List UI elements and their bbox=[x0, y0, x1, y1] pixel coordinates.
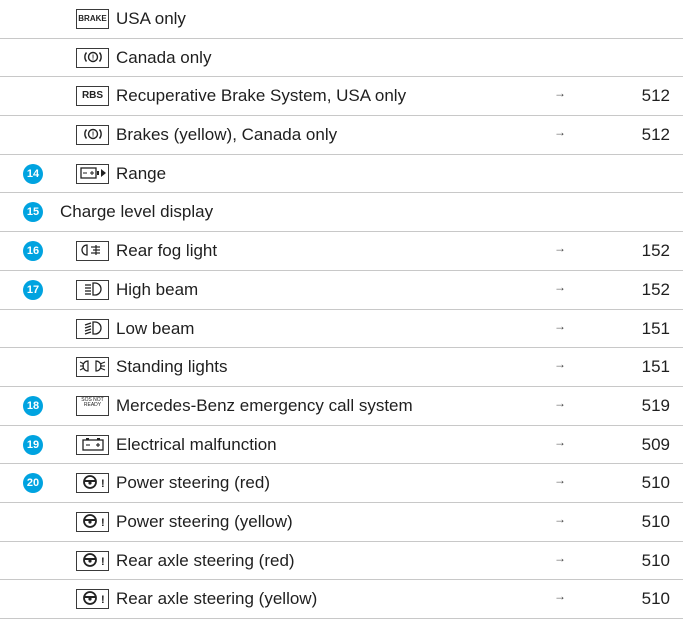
table-row: Standing lights → 151 bbox=[0, 348, 683, 387]
table-row: 16 Rear fog light → 152 bbox=[0, 232, 683, 271]
row-label: USA only bbox=[116, 9, 186, 28]
item-number-badge: 16 bbox=[23, 241, 43, 262]
standing-lights-icon bbox=[76, 357, 109, 378]
reference-arrow: → bbox=[554, 318, 566, 333]
svg-text:!: ! bbox=[101, 594, 105, 606]
item-number-badge: 19 bbox=[23, 434, 43, 455]
row-label: Rear fog light bbox=[116, 241, 218, 261]
table-row: ! Rear axle steering (yellow) → 510 bbox=[0, 580, 683, 619]
reference-arrow: → bbox=[554, 241, 566, 256]
brake-circle-icon: ! bbox=[76, 47, 109, 68]
row-label: Power steering (red) bbox=[116, 473, 271, 493]
table-row: ! Canada only bbox=[0, 39, 683, 78]
svg-text:!: ! bbox=[91, 132, 93, 139]
reference-arrow: → bbox=[554, 125, 566, 140]
row-label: Rear axle steering (red) bbox=[116, 550, 295, 570]
sos-not-ready-icon: SOS NOT READY bbox=[76, 395, 109, 416]
page-reference: 510 bbox=[641, 550, 670, 570]
row-label: Mercedes-Benz emergency call system bbox=[116, 395, 413, 415]
item-number-badge: 17 bbox=[23, 279, 43, 300]
steering-warning-icon: ! bbox=[76, 473, 109, 494]
svg-text:!: ! bbox=[91, 54, 93, 61]
steering-warning-icon: ! bbox=[76, 511, 109, 532]
reference-arrow: → bbox=[554, 550, 566, 565]
reference-arrow: → bbox=[554, 434, 566, 449]
table-row: ! Power steering (yellow) → 510 bbox=[0, 503, 683, 542]
page-reference: 512 bbox=[641, 86, 670, 106]
page-reference: 151 bbox=[641, 357, 670, 377]
page-reference: 510 bbox=[641, 589, 670, 609]
row-label: Standing lights bbox=[116, 357, 228, 377]
table-row: Low beam → 151 bbox=[0, 310, 683, 349]
table-row: ! Rear axle steering (red) → 510 bbox=[0, 542, 683, 581]
svg-text:!: ! bbox=[101, 517, 105, 529]
reference-arrow: → bbox=[554, 473, 566, 488]
page-reference: 519 bbox=[641, 395, 670, 415]
page-reference: 152 bbox=[641, 241, 670, 261]
table-row: 20! Power steering (red) → 510 bbox=[0, 464, 683, 503]
svg-text:!: ! bbox=[101, 556, 105, 568]
indicator-table: BRAKE USA only! Canada only RBS Recuperative… bbox=[0, 0, 683, 619]
table-row: ! Brakes (yellow), Canada only → 512 bbox=[0, 116, 683, 155]
svg-text:!: ! bbox=[101, 478, 105, 490]
page-reference: 152 bbox=[641, 279, 670, 299]
table-row: RBS Recuperative Brake System, USA only → 5… bbox=[0, 77, 683, 117]
low-beam-icon bbox=[76, 318, 109, 339]
row-label: Range bbox=[116, 163, 167, 183]
row-label: Canada only bbox=[116, 47, 212, 67]
reference-arrow: → bbox=[554, 511, 566, 526]
row-label: Electrical malfunction bbox=[116, 434, 277, 454]
brake-circle-icon: ! bbox=[76, 125, 109, 146]
battery-icon bbox=[76, 434, 109, 455]
row-label: Low beam bbox=[116, 318, 195, 338]
page-reference: 510 bbox=[641, 473, 670, 493]
page-reference: 510 bbox=[641, 511, 670, 531]
item-number-badge: 18 bbox=[23, 395, 43, 416]
table-row: 19 Electrical malfunction → 509 bbox=[0, 426, 683, 465]
item-number-badge: 14 bbox=[23, 163, 43, 184]
row-label: Brakes (yellow), Canada only bbox=[116, 125, 338, 145]
high-beam-icon bbox=[76, 279, 109, 300]
table-row: 17 High beam → 152 bbox=[0, 271, 683, 310]
brake-text-icon: BRAKE bbox=[76, 9, 109, 29]
reference-arrow: → bbox=[554, 589, 566, 604]
table-row: 14 Range bbox=[0, 155, 683, 194]
item-number-badge: 20 bbox=[23, 473, 43, 494]
page-reference: 151 bbox=[641, 318, 670, 338]
steering-warning-icon: ! bbox=[76, 550, 109, 571]
range-battery-icon bbox=[76, 163, 109, 184]
steering-warning-icon: ! bbox=[76, 589, 109, 610]
reference-arrow: → bbox=[554, 357, 566, 372]
table-row: 18 SOS NOT READY Mercedes-Benz emergency c… bbox=[0, 387, 683, 426]
reference-arrow: → bbox=[554, 279, 566, 294]
rear-fog-light-icon bbox=[76, 241, 109, 262]
item-number-badge: 15 bbox=[23, 202, 43, 223]
reference-arrow: → bbox=[554, 395, 566, 410]
row-label: Charge level display bbox=[60, 202, 214, 222]
table-row: BRAKE USA only bbox=[0, 0, 683, 39]
rbs-text-icon: RBS bbox=[76, 86, 109, 107]
reference-arrow: → bbox=[554, 86, 566, 101]
page-reference: 509 bbox=[641, 434, 670, 454]
row-label: Power steering (yellow) bbox=[116, 511, 293, 531]
page-reference: 512 bbox=[641, 125, 670, 145]
table-row: 15 Charge level display bbox=[0, 193, 683, 233]
row-label: Rear axle steering (yellow) bbox=[116, 589, 318, 609]
row-label: High beam bbox=[116, 279, 199, 299]
row-label: Recuperative Brake System, USA only bbox=[116, 86, 407, 106]
